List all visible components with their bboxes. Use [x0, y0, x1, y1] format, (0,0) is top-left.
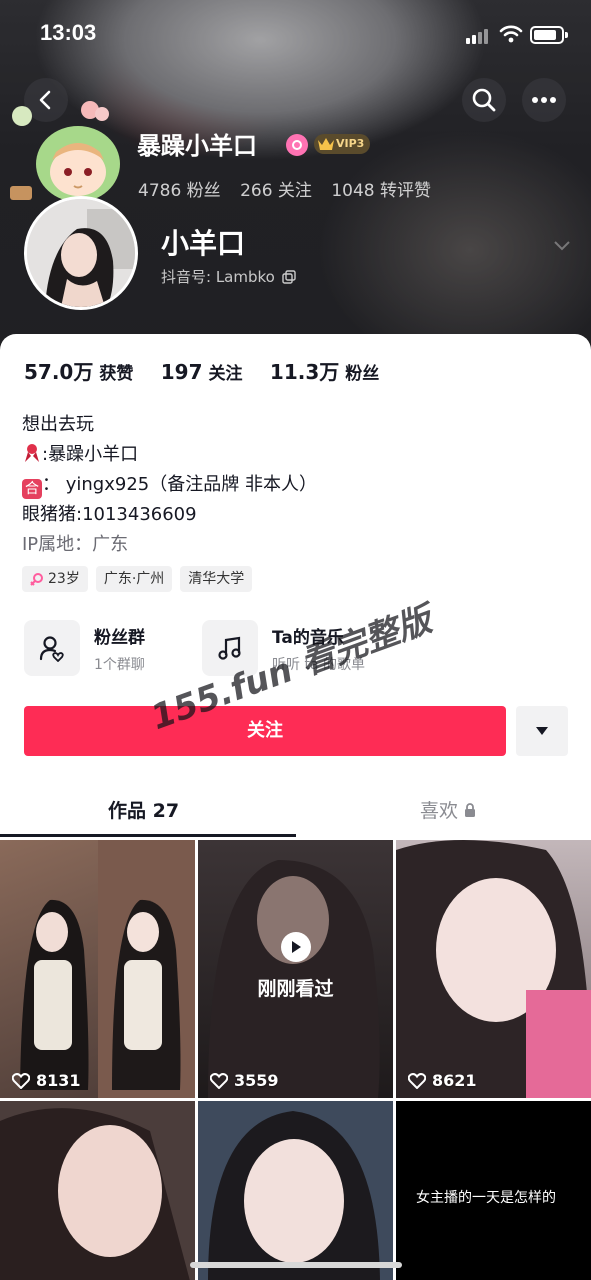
chevron-down-icon[interactable] — [552, 238, 572, 252]
stat-likes[interactable]: 57.0万 获赞 — [24, 360, 155, 384]
fan-stat-fans: 4786 粉丝 — [138, 181, 221, 201]
wifi-icon — [499, 25, 523, 43]
bio: 想出去玩 :暴躁小羊口 合： yingx925（备注品牌 非本人） 眼猪猪:10… — [22, 410, 317, 560]
recommend-dropdown-button[interactable] — [516, 706, 568, 756]
bio-line: 合： yingx925（备注品牌 非本人） — [22, 470, 317, 500]
more-icon — [532, 97, 556, 103]
video-thumbnail[interactable]: 8131 — [0, 840, 195, 1098]
tag-school: 清华大学 — [180, 566, 253, 592]
video-image — [208, 1111, 380, 1280]
signal-icon — [466, 28, 492, 44]
douyin-id-text: 抖音号: Lambko — [161, 268, 275, 286]
status-bar: 13:03 — [0, 18, 591, 54]
tab-works[interactable]: 作品 27 — [108, 796, 179, 823]
fan-club-avatar[interactable] — [0, 100, 126, 204]
fan-badge-icon — [286, 134, 308, 156]
search-button[interactable] — [462, 78, 506, 122]
vip-label: VIP3 — [336, 137, 365, 150]
fan-stat-following: 266 关注 — [240, 181, 312, 201]
stat-following[interactable]: 197 关注 — [161, 360, 265, 384]
vip-badge: VIP3 — [314, 134, 371, 154]
tag-location: 广东·广州 — [95, 566, 173, 592]
profile-stats: 57.0万 获赞 197 关注 11.3万 粉丝 — [24, 356, 401, 385]
video-thumbnail[interactable]: 刚刚看过 3559 — [198, 840, 393, 1098]
tab-likes[interactable]: 喜欢 — [420, 796, 476, 823]
like-count: 3559 — [210, 1071, 279, 1090]
video-image — [0, 1108, 190, 1280]
recently-watched-overlay: 刚刚看过 — [198, 932, 393, 1001]
avatar-image — [27, 199, 135, 307]
video-caption: 女主播的一天是怎样的 — [416, 1190, 556, 1206]
video-image — [20, 840, 195, 1098]
fan-group-name[interactable]: 暴躁小羊口 — [137, 126, 257, 161]
fans-group-subtitle: 1个群聊 — [94, 656, 145, 673]
bio-line: :暴躁小羊口 — [22, 440, 317, 470]
video-thumbnail[interactable] — [0, 1101, 195, 1280]
tag-list: 23岁 广东·广州 清华大学 — [22, 566, 253, 592]
heart-icon — [408, 1072, 426, 1089]
tab-likes-label: 喜欢 — [420, 800, 459, 822]
fan-stats: 4786 粉丝 266 关注 1048 转评赞 — [138, 176, 445, 201]
video-image — [396, 840, 591, 1098]
bio-line: 眼猪猪:1013436609 — [22, 504, 197, 525]
female-icon — [30, 573, 43, 586]
copy-icon[interactable] — [281, 270, 296, 284]
like-count: 8131 — [12, 1071, 81, 1090]
like-count: 8621 — [408, 1071, 477, 1090]
ribbon-icon — [25, 444, 39, 462]
stat-followers[interactable]: 11.3万 粉丝 — [270, 360, 401, 384]
he-emoji-icon: 合 — [22, 479, 42, 499]
status-time: 13:03 — [40, 20, 97, 45]
more-button[interactable] — [522, 78, 566, 122]
fans-group-title: 粉丝群 — [94, 627, 145, 648]
heart-icon — [12, 1072, 30, 1089]
fan-stat-interactions: 1048 转评赞 — [331, 181, 432, 201]
crown-icon — [318, 138, 334, 150]
ip-location: IP属地：广东 — [22, 534, 129, 555]
tab-indicator — [0, 834, 296, 837]
lock-icon — [465, 802, 476, 817]
search-icon — [472, 88, 496, 112]
fans-group-entry[interactable]: 粉丝群 1个群聊 — [24, 620, 145, 676]
video-thumbnail[interactable] — [198, 1101, 393, 1280]
play-icon — [280, 932, 311, 962]
profile-avatar[interactable] — [24, 196, 138, 310]
recently-watched-label: 刚刚看过 — [257, 978, 334, 1000]
video-thumbnail[interactable]: 女主播的一天是怎样的 — [396, 1101, 591, 1280]
follow-button[interactable]: 关注 — [24, 706, 506, 756]
video-thumbnail[interactable]: 8621 — [396, 840, 591, 1098]
triangle-down-icon — [536, 727, 548, 735]
home-indicator — [190, 1262, 402, 1268]
nickname: 小羊口 — [161, 227, 246, 260]
bio-line: 想出去玩 — [22, 414, 94, 435]
douyin-id[interactable]: 抖音号: Lambko — [161, 266, 296, 287]
fans-group-icon — [39, 636, 64, 662]
tag-age: 23岁 — [22, 566, 88, 592]
battery-icon — [530, 26, 568, 44]
heart-icon — [210, 1072, 228, 1089]
